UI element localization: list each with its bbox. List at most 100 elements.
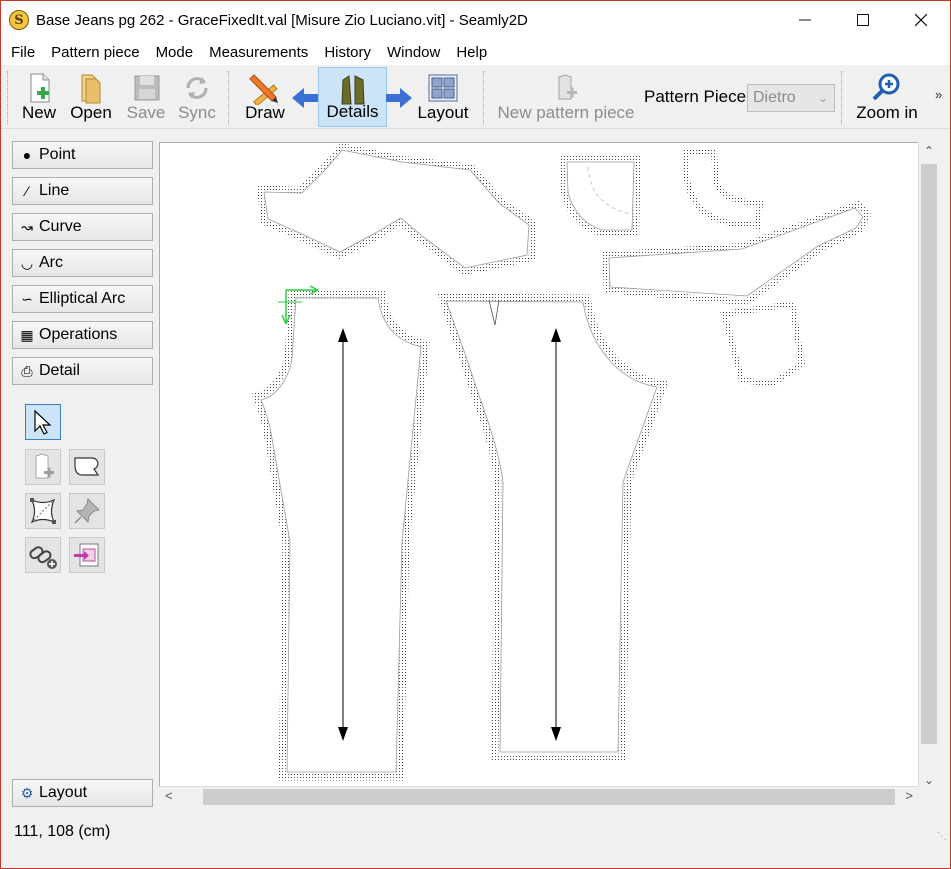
close-button[interactable] [892, 1, 950, 39]
draw-mode-button[interactable]: Draw [241, 67, 289, 127]
sync-button[interactable]: Sync [174, 67, 220, 127]
tab-layout-label: Layout [39, 784, 88, 801]
tab-point[interactable]: ● Point [12, 141, 153, 169]
new-button[interactable]: New [15, 67, 63, 127]
sync-label: Sync [178, 103, 216, 122]
layout-gear-icon: ⚙ [20, 784, 34, 801]
operations-icon: ▦ [20, 326, 34, 343]
horizontal-scroll-thumb[interactable] [203, 789, 895, 805]
pattern-piece-coin-pocket[interactable] [683, 150, 764, 230]
tab-detail[interactable]: ⎙ Detail [12, 357, 153, 385]
seam-allowance-tool-button[interactable] [25, 493, 61, 529]
internal-path-icon [74, 457, 100, 476]
tab-operations-label: Operations [39, 326, 118, 343]
pattern-piece-label: Pattern Piece: [644, 87, 751, 106]
pattern-piece-back-leg[interactable] [437, 293, 669, 762]
pencil-ruler-icon [249, 74, 278, 105]
minimize-button[interactable] [776, 1, 834, 39]
toolbar-separator [841, 71, 842, 125]
detail-icon: ⎙ [21, 362, 33, 379]
tab-line[interactable]: ∕ Line [12, 177, 153, 205]
sync-icon [186, 77, 208, 99]
tab-elliptical-arc[interactable]: ∽ Elliptical Arc [12, 285, 153, 313]
internal-path-tool-button[interactable] [69, 449, 105, 485]
cursor-arrow-icon [34, 409, 52, 435]
open-button[interactable]: Open [67, 67, 115, 127]
app-window: S Base Jeans pg 262 - GraceFixedIt.val [… [0, 0, 951, 869]
draw-label: Draw [245, 103, 285, 122]
tab-point-label: Point [39, 146, 76, 163]
arc-icon: ◡ [20, 254, 34, 271]
export-pieces-tool-button[interactable] [69, 537, 105, 573]
vertical-scroll-thumb[interactable] [921, 164, 937, 744]
menu-history[interactable]: History [316, 44, 379, 61]
zoom-in-button[interactable]: Zoom in [853, 67, 921, 127]
scroll-right-icon[interactable]: > [905, 788, 913, 803]
tab-line-label: Line [39, 182, 70, 199]
pattern-pieces-drawing [252, 142, 872, 781]
menu-mode[interactable]: Mode [148, 44, 202, 61]
save-label: Save [126, 103, 166, 122]
resize-grip-icon[interactable]: ⋱ [937, 831, 947, 842]
new-pattern-piece-button[interactable]: New pattern piece [495, 67, 637, 127]
layout-label: Layout [417, 103, 469, 122]
line-icon: ∕ [25, 183, 29, 199]
tab-detail-label: Detail [39, 362, 80, 379]
layout-sheet-icon [428, 74, 458, 102]
scroll-left-icon[interactable]: < [165, 788, 173, 803]
toolbar-separator [228, 71, 229, 125]
new-pattern-piece-icon [558, 74, 577, 100]
menu-measurements[interactable]: Measurements [201, 44, 316, 61]
menu-bar: File Pattern piece Mode Measurements His… [1, 39, 950, 65]
pattern-piece-pocket-facing[interactable] [559, 156, 642, 237]
save-disk-icon [134, 75, 160, 101]
tab-layout[interactable]: ⚙ Layout [12, 779, 153, 807]
tab-arc[interactable]: ◡ Arc [12, 249, 153, 277]
pattern-piece-waistband[interactable] [601, 200, 872, 306]
tab-arc-label: Arc [39, 254, 63, 271]
pointer-tool-button[interactable] [25, 404, 61, 440]
pattern-piece-back-pocket[interactable] [720, 300, 806, 388]
point-icon: ● [22, 147, 32, 163]
union-tool-button[interactable] [25, 537, 61, 573]
elliptical-arc-icon: ∽ [21, 290, 33, 307]
pattern-piece-front-leg[interactable] [252, 290, 430, 781]
chevron-down-icon: ⌄ [817, 91, 828, 105]
pattern-piece-front-upper[interactable] [256, 142, 538, 276]
menu-file[interactable]: File [3, 44, 43, 61]
pin-tool-button[interactable] [69, 493, 105, 529]
curve-icon: ↝ [21, 218, 33, 235]
menu-window[interactable]: Window [379, 44, 448, 61]
tab-curve-label: Curve [39, 218, 82, 235]
new-pattern-piece-label: New pattern piece [497, 103, 635, 122]
open-label: Open [70, 103, 112, 122]
zoom-in-icon [872, 73, 900, 101]
maximize-button[interactable] [834, 1, 892, 39]
open-folder-icon [81, 74, 101, 104]
toolbar-separator [7, 71, 8, 125]
curve-square-icon [30, 498, 56, 524]
menu-pattern-piece[interactable]: Pattern piece [43, 44, 147, 61]
seamly2d-logo-icon: S [9, 10, 29, 30]
save-button[interactable]: Save [123, 67, 169, 127]
toolbar-overflow-chevron-icon[interactable]: » [935, 87, 942, 102]
tool-panel: ● Point ∕ Line ↝ Curve ◡ Arc ∽ Elliptica… [1, 129, 159, 811]
garment-pieces-icon [340, 75, 365, 105]
drawing-canvas[interactable] [159, 142, 939, 789]
layout-mode-button[interactable]: Layout [415, 67, 471, 127]
zoom-in-label: Zoom in [856, 103, 918, 122]
minimize-icon [799, 19, 811, 21]
scroll-down-icon[interactable]: ⌄ [919, 773, 939, 787]
scroll-up-icon[interactable]: ⌃ [919, 144, 939, 158]
vertical-scrollbar[interactable]: ⌃ ⌄ [918, 142, 939, 789]
details-mode-button[interactable]: Details [318, 67, 387, 127]
title-bar: S Base Jeans pg 262 - GraceFixedIt.val [… [1, 1, 950, 39]
tab-curve[interactable]: ↝ Curve [12, 213, 153, 241]
maximize-icon [857, 14, 869, 26]
close-icon [915, 14, 927, 26]
pattern-piece-select[interactable]: Dietro ⌄ [747, 84, 835, 112]
menu-help[interactable]: Help [448, 44, 495, 61]
tab-operations[interactable]: ▦ Operations [12, 321, 153, 349]
horizontal-scrollbar[interactable]: < > [159, 786, 919, 806]
new-detail-tool-button[interactable] [25, 449, 61, 485]
